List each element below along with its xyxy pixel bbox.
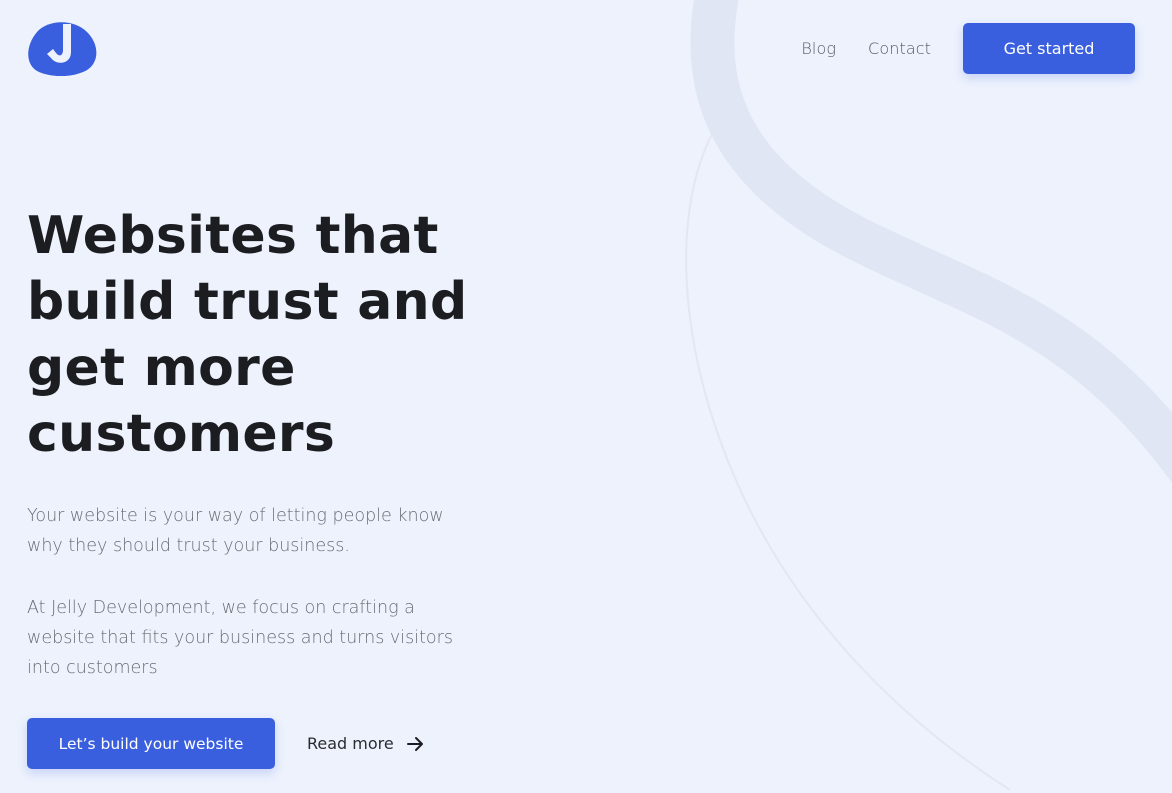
hero-intro-paragraph: Your website is your way of letting peop… [27, 506, 444, 556]
arrow-right-icon [406, 736, 423, 751]
build-website-button[interactable]: Let’s build your website [27, 718, 275, 769]
nav-link-blog[interactable]: Blog [801, 39, 836, 58]
top-navigation: Blog Contact Get started [801, 23, 1135, 74]
hero-title-line: get more [27, 338, 296, 398]
brand-logo[interactable] [27, 22, 97, 77]
jelly-blob-logo-icon [28, 22, 97, 77]
landing-page: Blog Contact Get started Websites that b… [0, 0, 1172, 793]
hero-actions: Let’s build your website Read more [27, 718, 424, 769]
get-started-button[interactable]: Get started [963, 23, 1135, 74]
hero-title-line: build trust and [27, 272, 468, 332]
hero-title-line: customers [27, 404, 336, 464]
hero-title: Websites that build trust and get more c… [27, 203, 497, 467]
hero-company-paragraph: At Jelly Development, we focus on crafti… [27, 598, 453, 678]
read-more-label: Read more [307, 734, 394, 753]
read-more-link[interactable]: Read more [307, 734, 424, 753]
hero-title-line: Websites that [27, 206, 439, 266]
background-swoosh-thin [685, 119, 1011, 791]
nav-link-contact[interactable]: Contact [868, 39, 931, 58]
